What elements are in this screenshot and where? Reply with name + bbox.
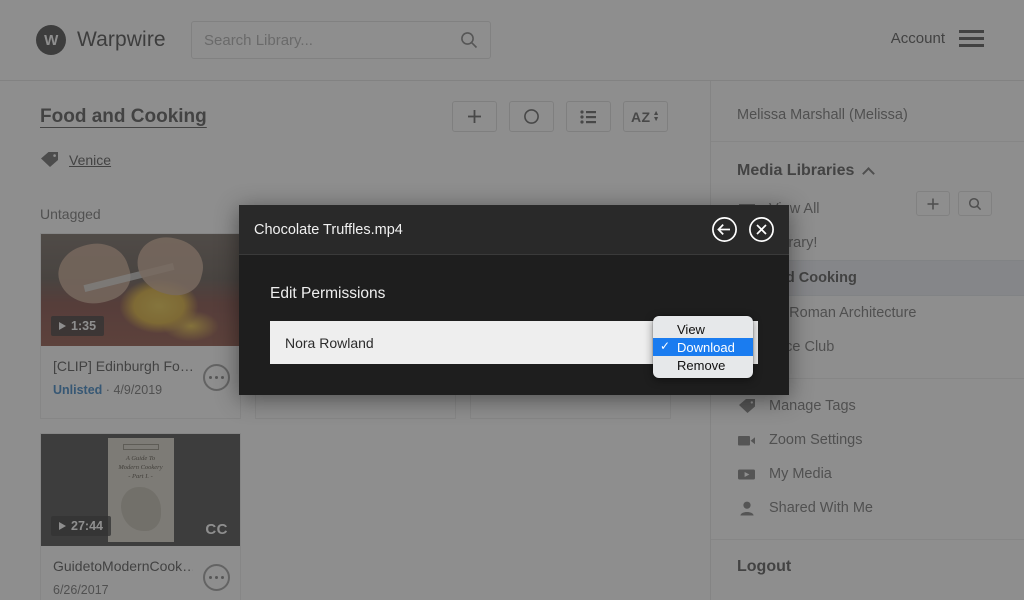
app-root: W Warpwire Search Library... Account: [0, 0, 1024, 600]
permission-person-name: Nora Rowland: [285, 334, 374, 351]
modal-title: Chocolate Truffles.mp4: [254, 221, 403, 238]
dropdown-option-download[interactable]: ✓ Download: [653, 338, 753, 356]
permission-select-dropdown[interactable]: View ✓ Download Remove: [653, 316, 753, 378]
modal-header: Chocolate Truffles.mp4: [239, 205, 789, 255]
check-icon: ✓: [660, 339, 671, 353]
dropdown-option-label: Download: [677, 339, 735, 355]
dropdown-option-remove[interactable]: Remove: [653, 356, 753, 374]
dropdown-option-label: Remove: [677, 357, 726, 373]
back-button[interactable]: [711, 216, 738, 243]
dropdown-option-view[interactable]: View: [653, 320, 753, 338]
dropdown-option-label: View: [677, 321, 705, 337]
close-button[interactable]: [748, 216, 775, 243]
modal-heading: Edit Permissions: [270, 285, 386, 302]
